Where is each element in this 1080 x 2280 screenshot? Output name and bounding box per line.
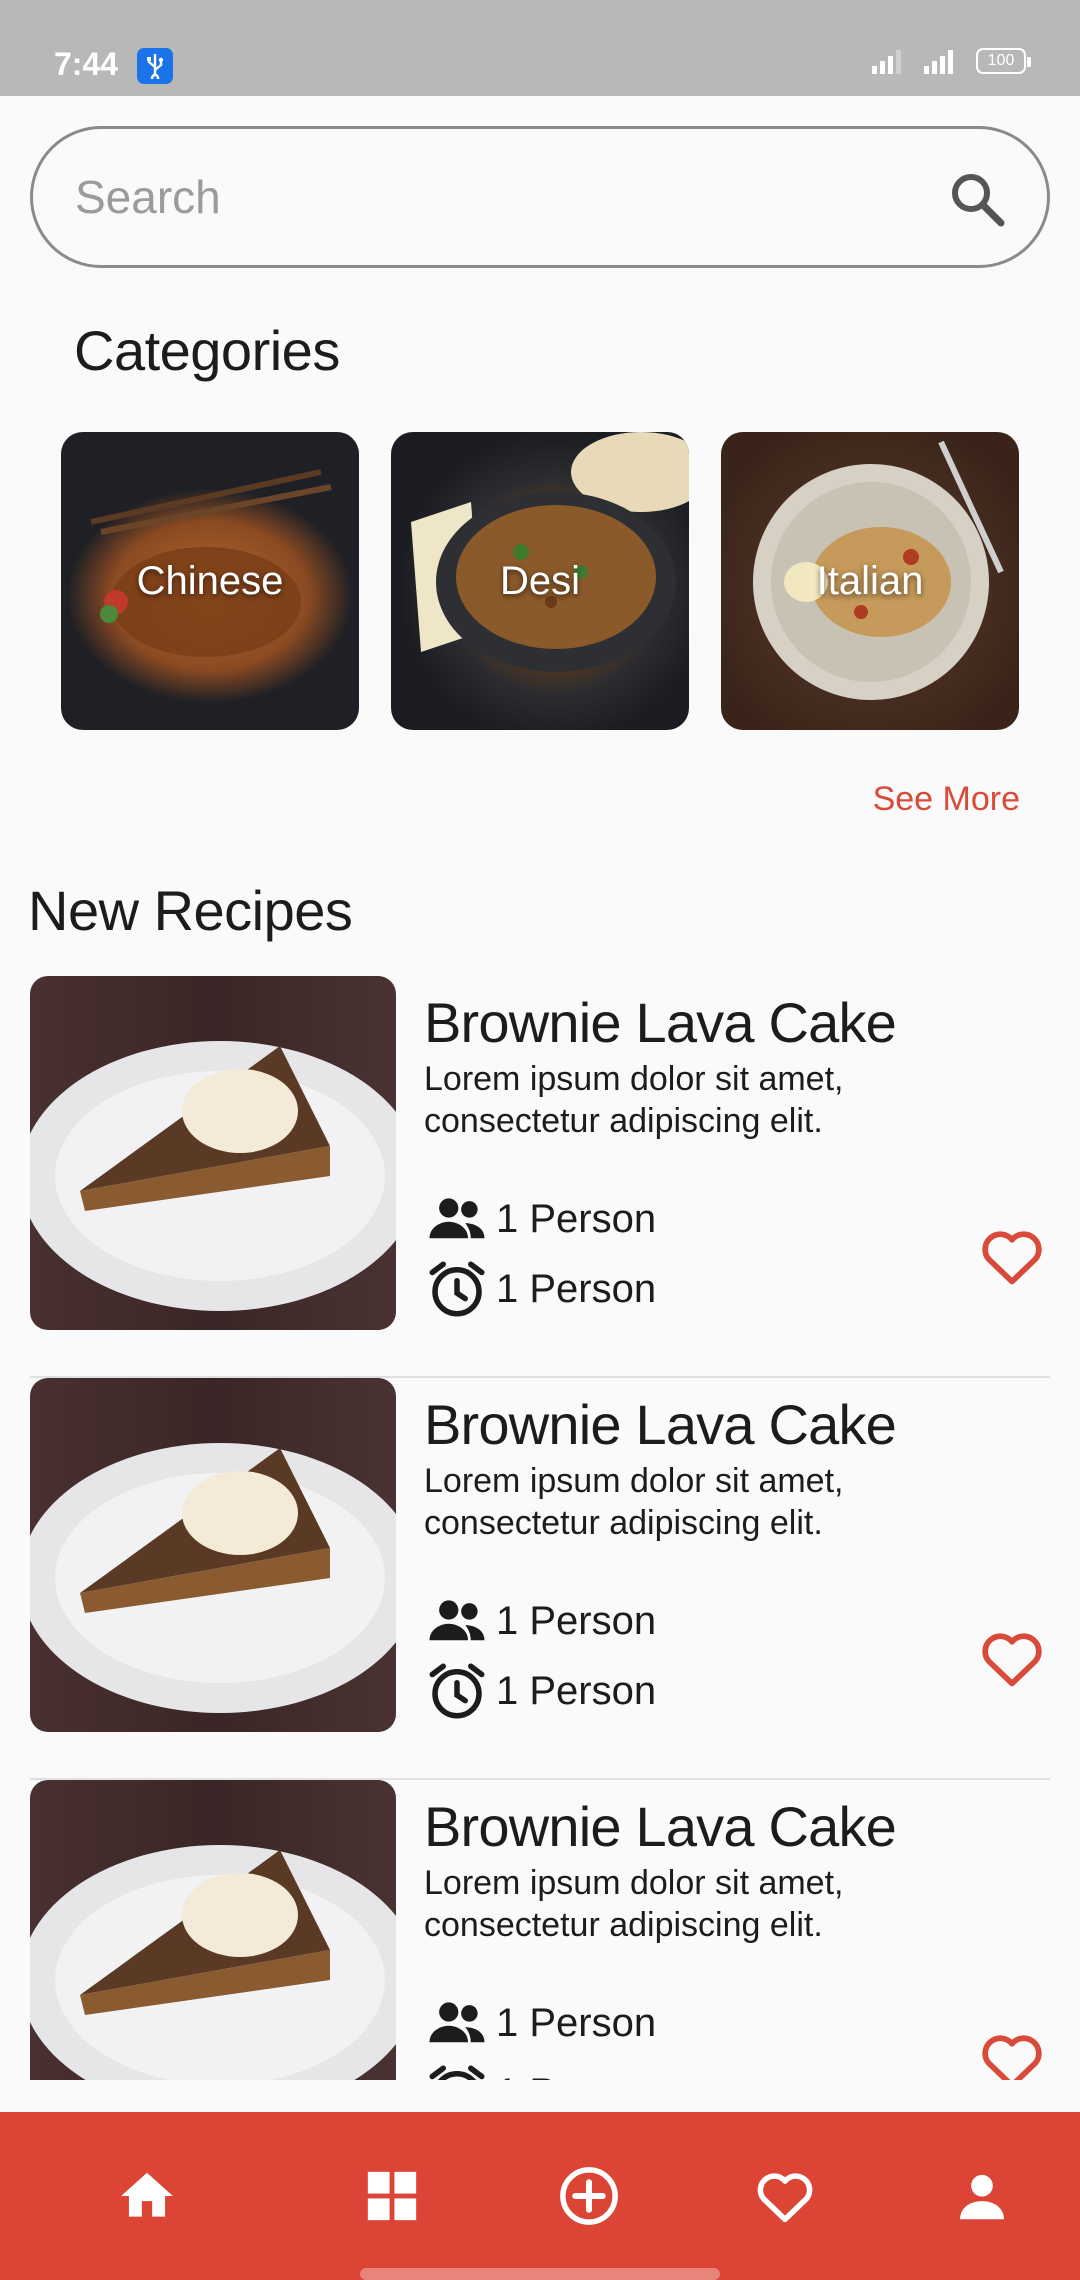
nav-categories[interactable] xyxy=(352,2156,432,2236)
favorite-heart-icon[interactable] xyxy=(976,1220,1048,1292)
servings-row: 1 Person xyxy=(424,1588,656,1654)
nav-add-recipe[interactable] xyxy=(549,2156,629,2236)
favorite-heart-icon[interactable] xyxy=(976,2024,1048,2080)
add-circle-icon xyxy=(560,2167,618,2225)
alarm-clock-icon xyxy=(429,2065,485,2080)
servings-text: 1 Person xyxy=(496,1598,657,1643)
heart-icon xyxy=(757,2173,813,2223)
recipe-description: Lorem ipsum dolor sit amet, consectetur … xyxy=(424,1864,844,1944)
recipe-item[interactable]: Brownie Lava Cake Lorem ipsum dolor sit … xyxy=(30,1780,1050,2080)
nav-profile[interactable] xyxy=(942,2156,1022,2236)
person-icon xyxy=(960,2174,1004,2220)
recipe-description: Lorem ipsum dolor sit amet, consectetur … xyxy=(424,1462,844,1542)
recipe-image[interactable] xyxy=(30,1378,396,1732)
category-label: Desi xyxy=(499,558,581,603)
recipe-name: Brownie Lava Cake xyxy=(424,991,897,1054)
bottom-nav xyxy=(0,2112,1080,2280)
nav-home[interactable] xyxy=(107,2156,187,2236)
recipe-item[interactable]: Brownie Lava Cake Lorem ipsum dolor sit … xyxy=(30,1378,1050,1780)
status-bar: 7:44 100 xyxy=(0,0,1080,96)
time-row: 1 Person xyxy=(424,1658,656,1724)
category-card-italian[interactable]: Italian xyxy=(721,432,1019,730)
recipe-image[interactable] xyxy=(30,1780,396,2080)
recipe-name: Brownie Lava Cake xyxy=(424,1393,897,1456)
time-row: 1 Person xyxy=(424,2060,656,2080)
time-row: 1 Person xyxy=(424,1256,656,1322)
alarm-clock-icon xyxy=(429,1261,485,1317)
servings-text: 1 Person xyxy=(496,2000,657,2045)
new-recipes-title: New Recipes xyxy=(28,879,353,942)
category-card-desi[interactable]: Desi xyxy=(391,432,689,730)
people-icon xyxy=(429,2002,485,2043)
grid-icon xyxy=(367,2171,417,2221)
home-icon xyxy=(121,2172,173,2217)
time-text: 1 Person xyxy=(496,1668,657,1713)
servings-row: 1 Person xyxy=(424,1186,656,1252)
alarm-clock-icon xyxy=(429,1663,485,1719)
recipe-image[interactable] xyxy=(30,976,396,1330)
see-more-link[interactable]: See More xyxy=(873,780,1020,819)
nav-favorites[interactable] xyxy=(745,2156,825,2236)
people-icon xyxy=(429,1600,485,1641)
home-indicator[interactable] xyxy=(360,2268,720,2280)
servings-text: 1 Person xyxy=(496,1196,657,1241)
search-bar[interactable] xyxy=(30,126,1050,268)
recipe-description: Lorem ipsum dolor sit amet, consectetur … xyxy=(424,1060,844,1140)
time-text: 1 Person xyxy=(496,2071,656,2081)
favorite-heart-icon[interactable] xyxy=(976,1622,1048,1694)
status-time: 7:44 xyxy=(54,46,119,82)
status-icons: 100 xyxy=(872,48,1031,74)
time-text: 1 Person xyxy=(496,1266,657,1311)
signal-icon xyxy=(872,50,901,74)
categories-title: Categories xyxy=(74,319,340,382)
signal-icon xyxy=(924,50,953,74)
people-icon xyxy=(429,1198,485,1239)
recipe-name: Brownie Lava Cake xyxy=(424,1795,897,1858)
servings-row: 1 Person xyxy=(424,1990,656,2056)
category-label: Chinese xyxy=(136,558,284,603)
category-label: Italian xyxy=(816,558,924,603)
category-card-chinese[interactable]: Chinese xyxy=(61,432,359,730)
recipe-item[interactable]: Brownie Lava Cake Lorem ipsum dolor sit … xyxy=(30,976,1050,1378)
battery-icon: 100 xyxy=(976,48,1031,74)
usb-icon xyxy=(137,48,173,84)
battery-level: 100 xyxy=(987,52,1015,69)
recipe-list[interactable]: Brownie Lava Cake Lorem ipsum dolor sit … xyxy=(30,976,1050,2080)
search-icon[interactable] xyxy=(947,169,1007,229)
search-input[interactable] xyxy=(75,157,925,237)
